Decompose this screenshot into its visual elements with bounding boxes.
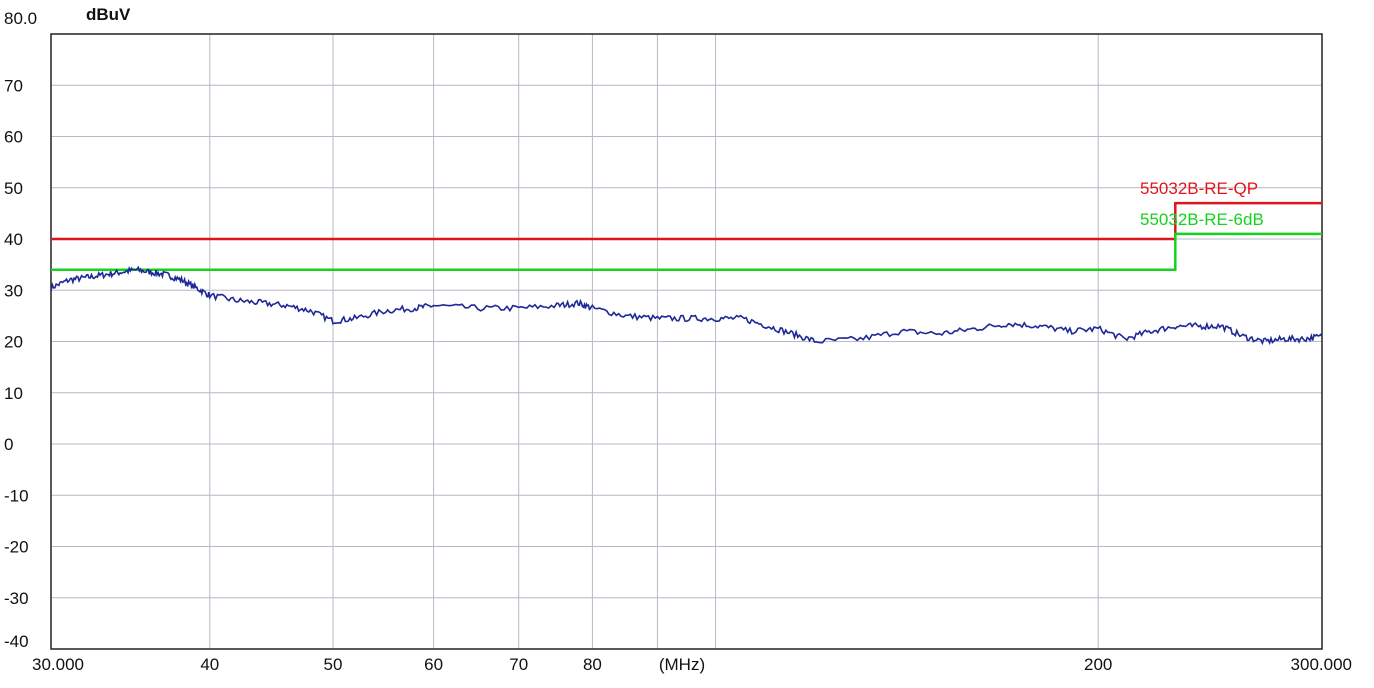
- y-axis-ticks: 80.0 70 60 50 40 30 20 10 0 -10 -20 -30 -40: [4, 9, 37, 651]
- x-tick-label: 60: [424, 655, 443, 674]
- y-tick-label: 40: [4, 230, 23, 249]
- y-tick-label: -20: [4, 538, 29, 557]
- y-tick-label: 0: [4, 435, 13, 454]
- x-tick-label: 40: [200, 655, 219, 674]
- y-tick-label: -30: [4, 589, 29, 608]
- grid: [50, 33, 1323, 650]
- limit-line: [51, 201, 1322, 241]
- emission-chart: 80.0 70 60 50 40 30 20 10 0 -10 -20 -30 -40 30.000 40…: [4, 5, 1352, 674]
- x-tick-label: 70: [509, 655, 528, 674]
- y-tick-label: 70: [4, 76, 23, 95]
- y-tick-label: 50: [4, 179, 23, 198]
- limit-label: 55032B-RE-QP: [1140, 179, 1258, 198]
- y-tick-label: 60: [4, 128, 23, 147]
- y-tick-label: 10: [4, 384, 23, 403]
- limit-label: 55032B-RE-6dB: [1140, 210, 1264, 229]
- series-line: [50, 265, 1323, 346]
- x-tick-label: 80: [583, 655, 602, 674]
- limit-lines: [51, 201, 1322, 272]
- measurement-series: [50, 265, 1323, 346]
- y-tick-label: 80.0: [4, 9, 37, 28]
- x-tick-label: 300.000: [1291, 655, 1352, 674]
- x-tick-label: 30.000: [32, 655, 84, 674]
- x-tick-label: 200: [1084, 655, 1112, 674]
- y-tick-label: 30: [4, 281, 23, 300]
- y-tick-label: 20: [4, 333, 23, 352]
- y-tick-label: -40: [4, 632, 29, 651]
- x-axis-unit: (MHz): [659, 655, 705, 674]
- x-tick-label: 50: [324, 655, 343, 674]
- y-axis-unit: dBuV: [86, 5, 131, 24]
- y-tick-label: -10: [4, 486, 29, 505]
